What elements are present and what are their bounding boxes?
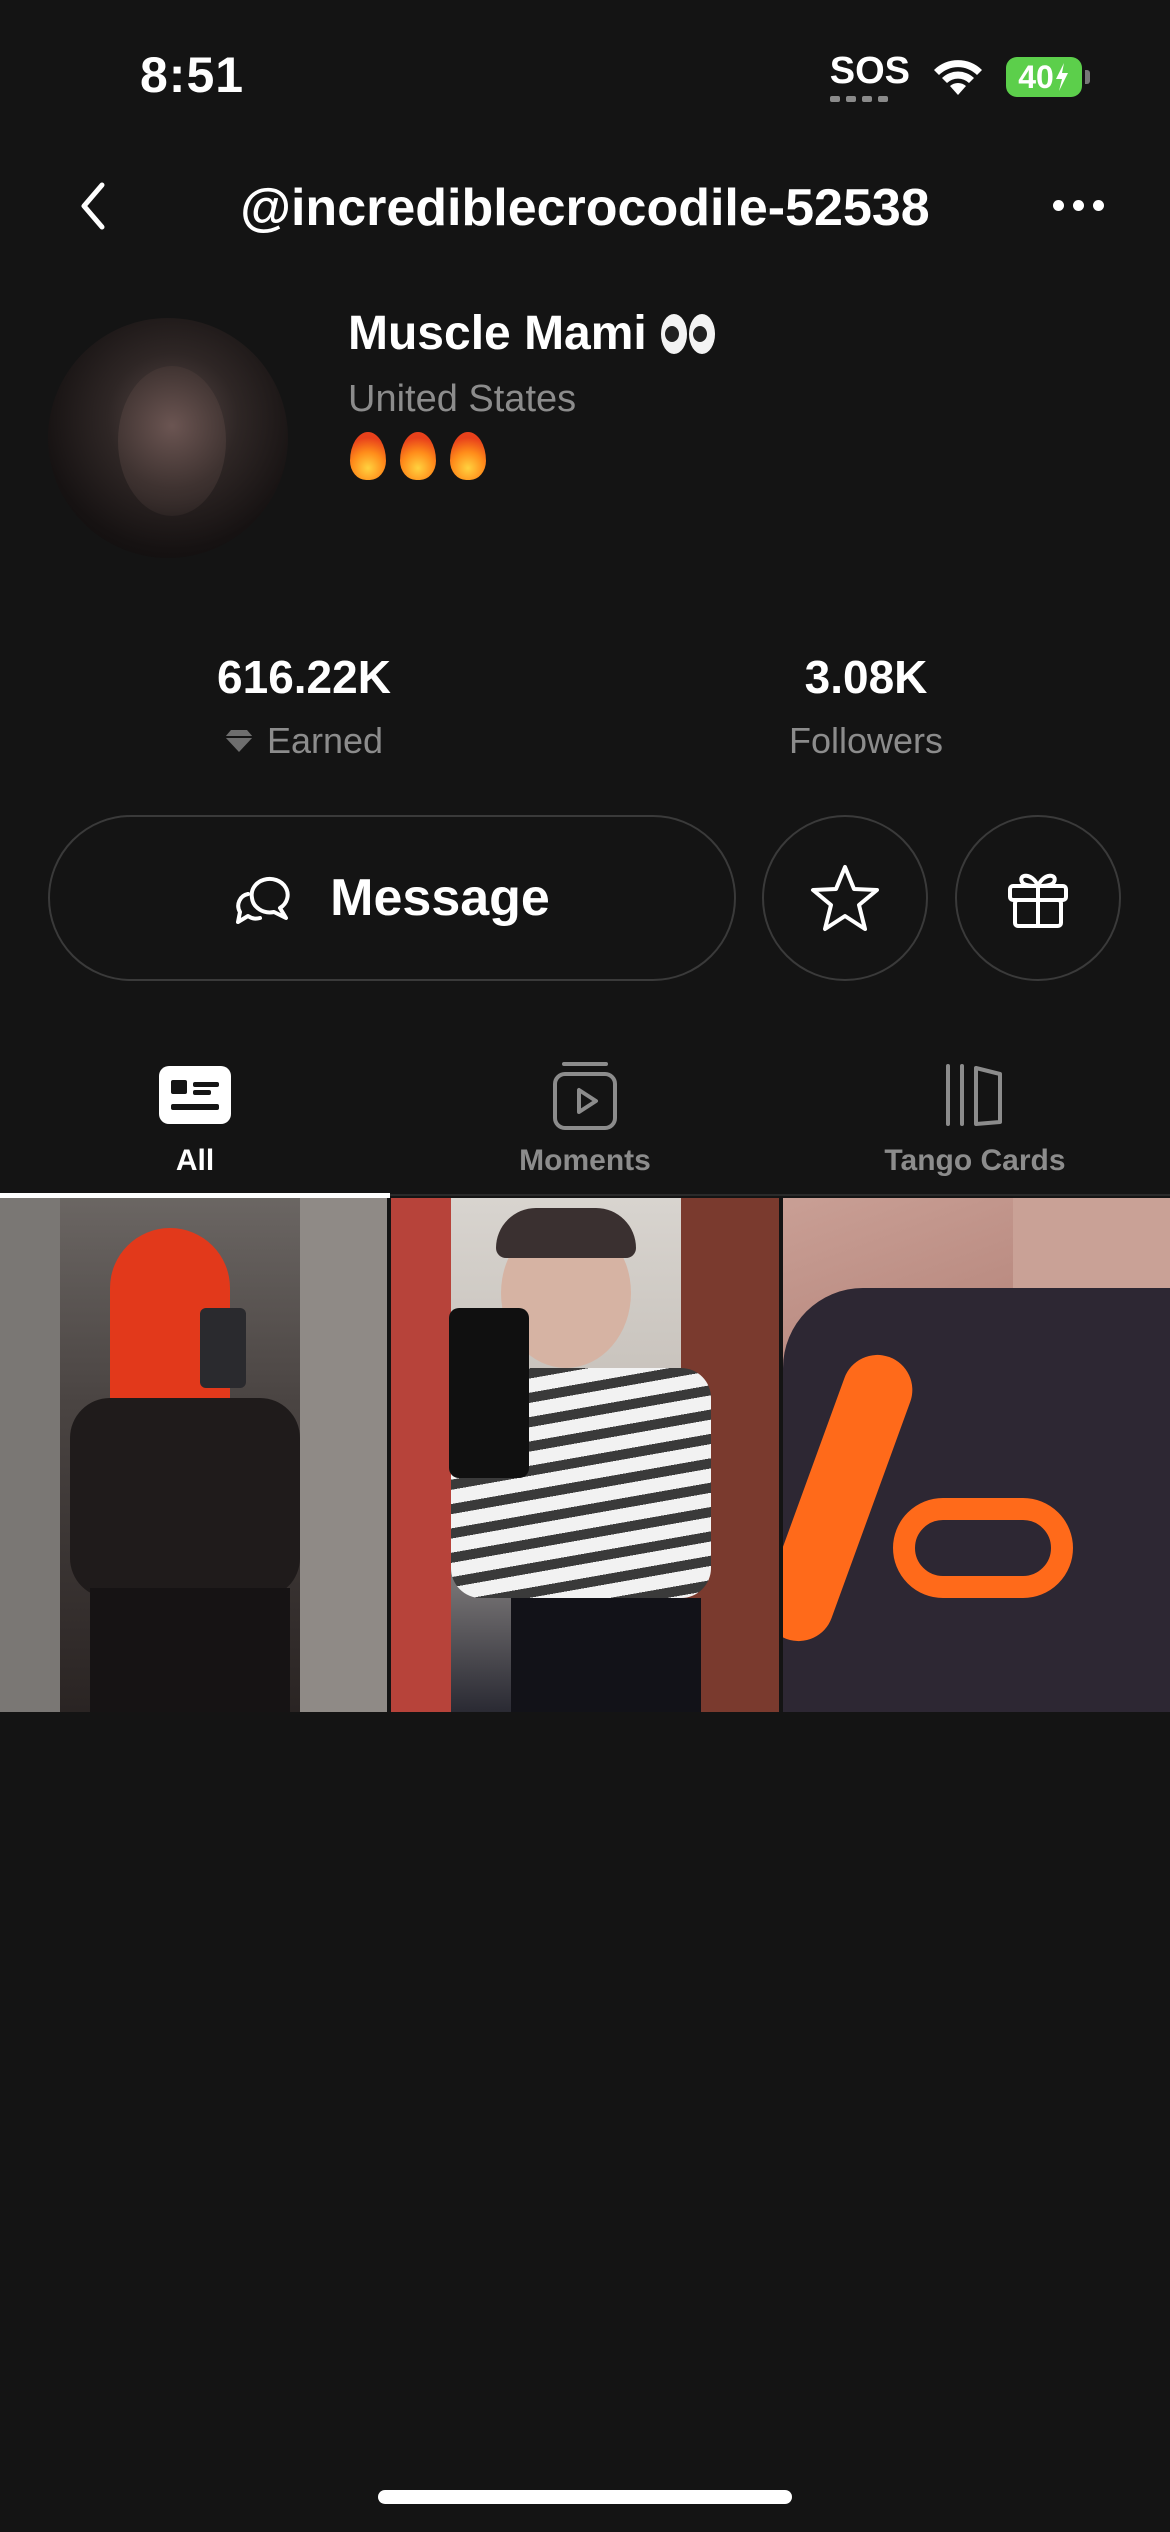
content-tabs: All Moments Tango Cards [0,1050,1170,1198]
tab-all-label: All [175,1144,215,1177]
profile-screen: 8:51 SOS 40 @incrediblecrocodile-52538 M… [0,0,1170,2532]
chevron-left-icon [81,182,105,230]
stat-followers[interactable]: 3.08K Followers [666,650,1066,762]
play-square-icon [553,1062,617,1130]
wifi-icon [934,60,982,95]
page-title: @incrediblecrocodile-52538 [240,179,930,237]
photo-grid [0,1198,1170,1712]
ellipsis-icon [1053,200,1064,211]
chat-bubbles-icon [236,876,290,924]
sos-icon: SOS [829,50,910,102]
profile-country: United States [348,378,577,420]
battery-charging-icon: 40 [1006,57,1090,97]
stat-earned-value: 616.22K [217,651,391,703]
stat-earned: 616.22K Earned [104,650,504,762]
profile-name-text: Muscle Mami [348,307,647,360]
fire-emoji [348,432,388,480]
id-card-icon [159,1066,231,1124]
stat-earned-label: Earned [266,720,384,761]
status-icons: SOS 40 [829,50,1090,102]
back-button[interactable] [68,176,118,236]
fire-emoji [448,432,488,480]
message-button-label: Message [330,869,550,927]
stat-followers-value: 3.08K [804,651,928,703]
message-button[interactable]: Message [48,815,736,981]
tab-tango-cards[interactable]: Tango Cards [780,1050,1170,1196]
avatar[interactable] [48,318,288,558]
battery-level: 40 [1018,58,1054,95]
gift-button[interactable] [955,815,1121,981]
profile-bio [348,432,488,480]
photo-tile-2[interactable] [391,1198,779,1712]
tab-moments[interactable]: Moments [390,1050,780,1196]
home-indicator[interactable] [378,2490,792,2504]
sos-label: SOS [829,50,910,92]
tab-moments-label: Moments [519,1144,651,1177]
photo-tile-3[interactable] [782,1198,1170,1712]
eyes-emoji [660,313,715,354]
profile-name: Muscle Mami [348,306,715,361]
tab-all[interactable]: All [0,1050,390,1198]
cards-icon [946,1064,1002,1126]
more-options-button[interactable] [1053,190,1104,221]
fire-emoji [398,432,438,480]
gift-icon [1008,873,1068,928]
star-icon [811,865,879,931]
diamond-icon [224,730,253,752]
status-time: 8:51 [140,47,245,103]
photo-tile-1[interactable] [0,1198,388,1712]
favorite-button[interactable] [762,815,928,981]
stat-followers-label: Followers [788,720,944,761]
tab-tango-cards-label: Tango Cards [884,1144,1066,1177]
